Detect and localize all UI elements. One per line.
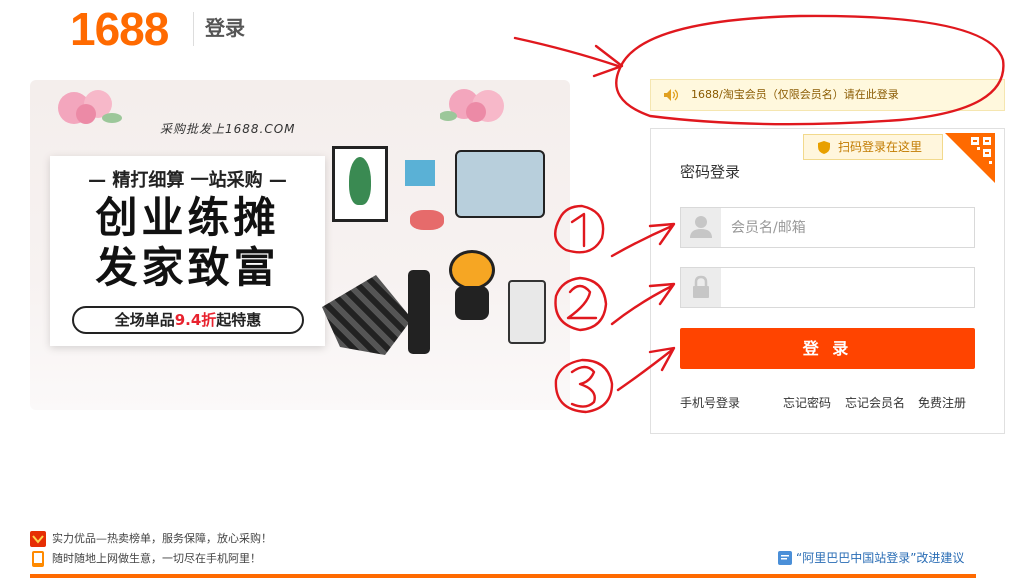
qr-tip-label: 扫码登录在这里 <box>838 140 923 154</box>
annotation-number-3 <box>570 365 596 408</box>
username-input[interactable] <box>721 208 974 247</box>
mobile-phone-icon <box>32 551 44 567</box>
shield-icon <box>818 141 830 154</box>
register-link[interactable]: 免费注册 <box>918 394 966 412</box>
promo-discount-pill: 全场单品9.4折起特惠 <box>72 306 304 334</box>
pill-highlight: 9.4折 <box>174 311 217 329</box>
forgot-username-link[interactable]: 忘记会员名 <box>845 394 905 412</box>
flower-decoration-left <box>58 90 122 124</box>
lock-icon <box>681 268 721 307</box>
promo-line1: — 精打细算 一站采购 — <box>88 170 287 191</box>
logo-1688[interactable]: 1688 <box>70 4 169 54</box>
password-login-title: 密码登录 <box>680 163 741 181</box>
username-field[interactable] <box>680 207 975 248</box>
ranking-badge-icon <box>30 531 46 547</box>
user-icon <box>681 208 721 247</box>
promo-card: — 精打细算 一站采购 — 创业练摊 发家致富 全场单品9.4折起特惠 <box>50 156 325 346</box>
footer-mobile-link[interactable]: 随时随地上网做生意，一切尽在手机阿里！ <box>30 551 261 567</box>
footer-line1-text: 实力优品—热卖榜单，服务保障，放心采购！ <box>52 532 272 545</box>
feedback-text: “阿里巴巴中国站登录”改进建议 <box>796 551 965 565</box>
footer-line2-text: 随时随地上网做生意，一切尽在手机阿里！ <box>52 552 261 565</box>
notice-text: 1688/淘宝会员（仅限会员名）请在此登录 <box>691 88 899 101</box>
pill-prefix: 全场单品 <box>114 311 175 329</box>
banner-slogan-small: 采购批发上1688.COM <box>160 122 296 136</box>
password-field[interactable] <box>680 267 975 308</box>
footer-hot-list-link[interactable]: 实力优品—热卖榜单，服务保障，放心采购！ <box>30 531 272 547</box>
plush-toy-product <box>445 250 499 322</box>
promo-banner[interactable]: 采购批发上1688.COM — 精打细算 一站采购 — 创业练摊 发家致富 全场… <box>30 80 570 410</box>
login-button[interactable]: 登 录 <box>680 328 975 369</box>
promo-headline-1: 创业练摊 <box>95 193 280 242</box>
footer-orange-bar <box>30 574 976 578</box>
speaker-icon <box>664 89 678 101</box>
umbrella-product <box>322 275 412 355</box>
cat-mug-product <box>508 280 546 344</box>
page-title: 登录 <box>205 16 245 40</box>
annotation-number-1 <box>570 212 586 248</box>
luggage-product <box>455 150 545 218</box>
member-login-notice: 1688/淘宝会员（仅限会员名）请在此登录 <box>650 79 1005 111</box>
gift-box-product <box>405 160 435 186</box>
annotation-number-2 <box>566 284 598 320</box>
hair-bow-product <box>410 210 444 230</box>
picture-frame-product <box>332 146 388 222</box>
pill-suffix: 起特惠 <box>216 311 262 329</box>
feedback-icon <box>778 551 792 565</box>
phone-login-link[interactable]: 手机号登录 <box>680 394 740 412</box>
forgot-password-link[interactable]: 忘记密码 <box>783 394 831 412</box>
promo-headline-2: 发家致富 <box>95 243 280 292</box>
flower-decoration-right <box>440 89 504 122</box>
password-input[interactable] <box>721 268 974 307</box>
thermos-bottle-product <box>408 270 430 354</box>
qr-code-icon[interactable] <box>945 133 995 183</box>
feedback-link[interactable]: “阿里巴巴中国站登录”改进建议 <box>778 550 964 566</box>
header-divider <box>193 12 194 46</box>
qr-login-tip[interactable]: 扫码登录在这里 <box>803 134 943 160</box>
annotation-arrow-top <box>513 36 624 78</box>
